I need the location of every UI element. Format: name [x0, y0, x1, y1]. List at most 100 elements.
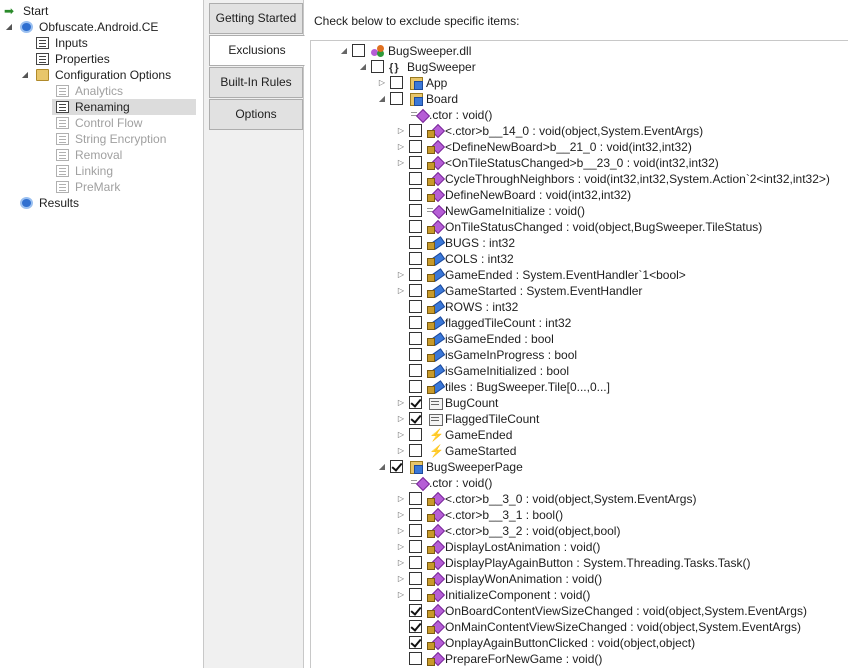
- tree-item-member[interactable]: ▷ FlaggedTileCount: [311, 411, 841, 427]
- tree-item-member[interactable]: ▷ <.ctor>b__3_1 : bool(): [311, 507, 841, 523]
- nav-item-renaming[interactable]: Renaming: [52, 99, 196, 115]
- nav-item-start[interactable]: ➡ Start: [0, 3, 196, 19]
- exclude-checkbox[interactable]: [409, 140, 422, 153]
- exclude-checkbox[interactable]: [409, 316, 422, 329]
- tree-item-member[interactable]: ▷ InitializeComponent : void(): [311, 587, 841, 603]
- tree-item-member[interactable]: NewGameInitialize : void(): [311, 203, 841, 219]
- exclude-checkbox[interactable]: [409, 332, 422, 345]
- exclude-checkbox[interactable]: [409, 348, 422, 361]
- tree-item-class[interactable]: ◢ BugSweeperPage: [311, 459, 841, 475]
- exclude-checkbox[interactable]: [409, 588, 422, 601]
- collapse-arrow-icon[interactable]: ◢: [358, 59, 368, 75]
- expand-arrow-icon[interactable]: ▷: [396, 267, 406, 283]
- exclude-checkbox[interactable]: [409, 444, 422, 457]
- tree-item-member[interactable]: ▷ <.ctor>b__14_0 : void(object,System.Eve…: [311, 123, 841, 139]
- exclude-checkbox[interactable]: [409, 268, 422, 281]
- exclude-checkbox[interactable]: [409, 428, 422, 441]
- exclude-checkbox[interactable]: [409, 252, 422, 265]
- exclude-checkbox[interactable]: [390, 76, 403, 89]
- expand-arrow-icon[interactable]: ▷: [396, 395, 406, 411]
- exclude-checkbox[interactable]: [409, 380, 422, 393]
- exclude-checkbox[interactable]: [409, 172, 422, 185]
- tree-item-member[interactable]: DefineNewBoard : void(int32,int32): [311, 187, 841, 203]
- exclude-checkbox[interactable]: [409, 556, 422, 569]
- expand-arrow-icon[interactable]: ▷: [396, 555, 406, 571]
- tree-item-member[interactable]: CycleThroughNeighbors : void(int32,int32…: [311, 171, 841, 187]
- exclude-checkbox[interactable]: [409, 492, 422, 505]
- tree-item-member[interactable]: .ctor : void(): [311, 475, 841, 491]
- exclude-checkbox[interactable]: [390, 460, 403, 473]
- expand-arrow-icon[interactable]: ▷: [396, 571, 406, 587]
- tree-item-member[interactable]: OnplayAgainButtonClicked : void(object,o…: [311, 635, 841, 651]
- collapse-arrow-icon[interactable]: ◢: [377, 91, 387, 107]
- tree-item-member[interactable]: OnMainContentViewSizeChanged : void(obje…: [311, 619, 841, 635]
- tree-item-member[interactable]: ▷ <DefineNewBoard>b__21_0 : void(int32,in…: [311, 139, 841, 155]
- exclude-checkbox[interactable]: [409, 540, 422, 553]
- exclude-checkbox[interactable]: [409, 524, 422, 537]
- tree-item-member[interactable]: ▷ <.ctor>b__3_2 : void(object,bool): [311, 523, 841, 539]
- tab-exclusions[interactable]: Exclusions: [209, 35, 305, 66]
- exclude-checkbox[interactable]: [409, 236, 422, 249]
- expand-arrow-icon[interactable]: ▷: [396, 443, 406, 459]
- expand-arrow-icon[interactable]: ▷: [377, 75, 387, 91]
- expand-toggle-icon[interactable]: ◢: [4, 19, 14, 35]
- expand-arrow-icon[interactable]: ▷: [396, 411, 406, 427]
- tree-item-member[interactable]: ▷ <OnTileStatusChanged>b__23_0 : void(int…: [311, 155, 841, 171]
- exclude-checkbox[interactable]: [352, 44, 365, 57]
- nav-item-inputs[interactable]: Inputs: [32, 35, 196, 51]
- tree-item-class[interactable]: ▷ App: [311, 75, 841, 91]
- exclude-checkbox[interactable]: [409, 604, 422, 617]
- tree-item-member[interactable]: ▷ DisplayWonAnimation : void(): [311, 571, 841, 587]
- exclude-checkbox[interactable]: [409, 364, 422, 377]
- exclude-checkbox[interactable]: [409, 188, 422, 201]
- exclude-checkbox[interactable]: [409, 572, 422, 585]
- exclude-checkbox[interactable]: [409, 124, 422, 137]
- tree-item-member[interactable]: ▷ GameEnded: [311, 427, 841, 443]
- expand-arrow-icon[interactable]: ▷: [396, 587, 406, 603]
- expand-arrow-icon[interactable]: ▷: [396, 155, 406, 171]
- tree-item-namespace[interactable]: ◢ BugSweeper: [311, 59, 841, 76]
- tab-getting-started[interactable]: Getting Started: [209, 3, 303, 34]
- tree-item-member[interactable]: OnBoardContentViewSizeChanged : void(obj…: [311, 603, 841, 619]
- exclude-checkbox[interactable]: [409, 220, 422, 233]
- tree-item-member[interactable]: ▷ GameEnded : System.EventHandler`1<bool>: [311, 267, 841, 283]
- tab-built-in-rules[interactable]: Built-In Rules: [209, 67, 303, 98]
- tree-item-member[interactable]: .ctor : void(): [311, 107, 841, 123]
- exclude-checkbox[interactable]: [409, 620, 422, 633]
- tree-item-member[interactable]: ROWS : int32: [311, 299, 841, 315]
- tree-item-member[interactable]: ▷ <.ctor>b__3_0 : void(object,System.Even…: [311, 491, 841, 507]
- tab-options[interactable]: Options: [209, 99, 303, 130]
- expand-toggle-icon[interactable]: ◢: [20, 67, 30, 83]
- expand-arrow-icon[interactable]: ▷: [396, 491, 406, 507]
- nav-item-properties[interactable]: Properties: [32, 51, 196, 67]
- tree-item-member[interactable]: COLS : int32: [311, 251, 841, 267]
- exclude-checkbox[interactable]: [390, 92, 403, 105]
- expand-arrow-icon[interactable]: ▷: [396, 283, 406, 299]
- tree-item-member[interactable]: ▷ GameStarted: [311, 443, 841, 459]
- tree-item-member[interactable]: ▷ DisplayLostAnimation : void(): [311, 539, 841, 555]
- collapse-arrow-icon[interactable]: ◢: [377, 459, 387, 475]
- tree-item-member[interactable]: isGameInProgress : bool: [311, 347, 841, 363]
- nav-item-obfuscate-android-ce[interactable]: ◢ Obfuscate.Android.CE: [6, 19, 196, 35]
- nav-item-configuration-options[interactable]: ◢ Configuration Options: [22, 67, 196, 83]
- tree-item-member[interactable]: isGameEnded : bool: [311, 331, 841, 347]
- exclude-checkbox[interactable]: [409, 396, 422, 409]
- tree-item-member[interactable]: isGameInitialized : bool: [311, 363, 841, 379]
- exclude-checkbox[interactable]: [409, 508, 422, 521]
- tree-item-member[interactable]: ▷ BugCount: [311, 395, 841, 411]
- expand-arrow-icon[interactable]: ▷: [396, 123, 406, 139]
- exclude-checkbox[interactable]: [409, 156, 422, 169]
- tree-item-member[interactable]: ▷ DisplayPlayAgainButton : System.Threadi…: [311, 555, 841, 571]
- collapse-arrow-icon[interactable]: ◢: [339, 43, 349, 59]
- tree-item-member[interactable]: tiles : BugSweeper.Tile[0...,0...]: [311, 379, 841, 395]
- expand-arrow-icon[interactable]: ▷: [396, 427, 406, 443]
- tree-item-member[interactable]: ▷ GameStarted : System.EventHandler: [311, 283, 841, 299]
- exclusions-tree[interactable]: ◢ BugSweeper.dll ◢ BugSweeper ▷ App ◢ Board .cto…: [310, 40, 848, 668]
- exclude-checkbox[interactable]: [409, 636, 422, 649]
- tree-item-member[interactable]: BUGS : int32: [311, 235, 841, 251]
- tree-item-member[interactable]: PrepareForNewGame : void(): [311, 651, 841, 667]
- expand-arrow-icon[interactable]: ▷: [396, 523, 406, 539]
- expand-arrow-icon[interactable]: ▷: [396, 139, 406, 155]
- tree-item-member[interactable]: flaggedTileCount : int32: [311, 315, 841, 331]
- tree-item-assembly[interactable]: ◢ BugSweeper.dll: [311, 43, 841, 59]
